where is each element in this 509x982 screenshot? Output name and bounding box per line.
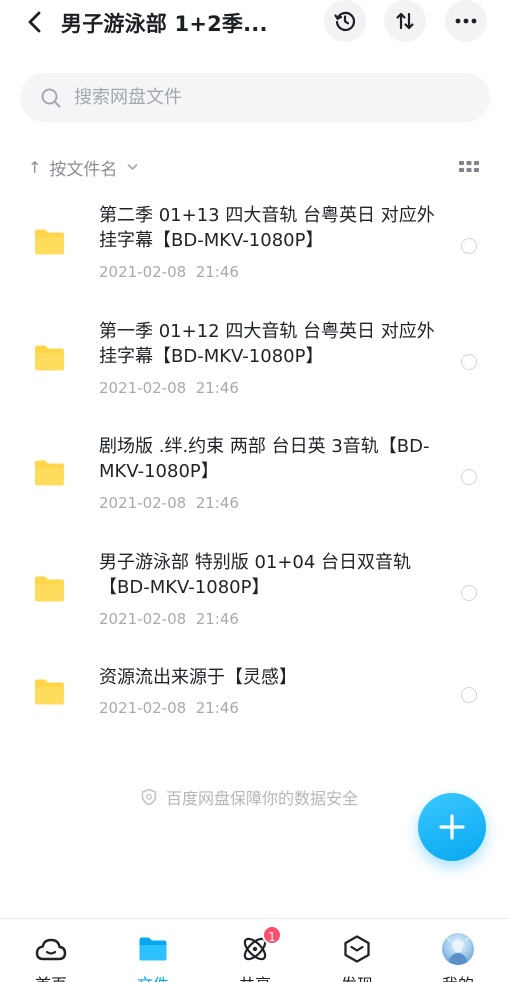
file-name: 第一季 01+12 四大音轨 台粤英日 对应外挂字幕【BD-MKV-1080P】 — [99, 321, 435, 367]
file-name: 第二季 01+13 四大音轨 台粤英日 对应外挂字幕【BD-MKV-1080P】 — [99, 205, 435, 251]
sort-up-arrow-icon: ↑ — [28, 157, 42, 177]
more-button[interactable] — [445, 0, 487, 42]
file-list-page: 男子游泳部 1+2季... ↑ 按文件名 — [0, 0, 509, 982]
header: 男子游泳部 1+2季... — [0, 0, 509, 46]
search-bar[interactable] — [20, 73, 490, 122]
chevron-down-icon — [128, 164, 138, 170]
nav-item-profile[interactable]: 我的 — [418, 919, 498, 982]
select-radio[interactable] — [461, 687, 477, 703]
nav-label: 共享 — [215, 971, 295, 982]
add-button[interactable] — [418, 793, 486, 861]
list-item[interactable]: 男子游泳部 特别版 01+04 台日双音轨【BD-MKV-1080P】 2021… — [0, 542, 509, 647]
nav-label: 文件 — [113, 971, 193, 982]
file-name: 剧场版 .绊.约束 两部 台日英 3音轨【BD-MKV-1080P】 — [99, 436, 430, 482]
list-item[interactable]: 第一季 01+12 四大音轨 台粤英日 对应外挂字幕【BD-MKV-1080P】… — [0, 311, 509, 416]
select-radio[interactable] — [461, 354, 477, 370]
back-button[interactable] — [22, 9, 48, 35]
list-item[interactable]: 第二季 01+13 四大音轨 台粤英日 对应外挂字幕【BD-MKV-1080P】… — [0, 195, 509, 300]
sort-button[interactable] — [384, 0, 426, 42]
plus-icon — [439, 814, 465, 840]
file-name: 男子游泳部 特别版 01+04 台日双音轨【BD-MKV-1080P】 — [99, 552, 412, 598]
select-radio[interactable] — [461, 469, 477, 485]
nav-item-files[interactable]: 文件 — [113, 919, 193, 982]
select-radio[interactable] — [461, 238, 477, 254]
history-clock-icon — [334, 11, 356, 31]
nav-label: 我的 — [418, 971, 498, 982]
more-dots-icon — [455, 18, 477, 24]
search-icon — [40, 87, 62, 109]
folder-icon — [35, 345, 64, 371]
folder-icon — [137, 933, 169, 965]
grid-view-button[interactable] — [458, 158, 480, 176]
security-text: 百度网盘保障你的数据安全 — [166, 789, 359, 808]
avatar — [442, 933, 474, 965]
security-note: 百度网盘保障你的数据安全 — [140, 785, 358, 809]
file-date: 2021-02-08 21:46 — [99, 379, 239, 397]
grid-view-icon — [459, 161, 479, 172]
nav-label: 发现 — [317, 971, 397, 982]
folder-icon — [35, 460, 64, 486]
list-item[interactable]: 剧场版 .绊.约束 两部 台日英 3音轨【BD-MKV-1080P】 2021-… — [0, 426, 509, 531]
folder-icon — [35, 576, 64, 602]
shield-icon — [141, 788, 157, 806]
file-date: 2021-02-08 21:46 — [99, 263, 239, 281]
nav-item-home[interactable]: 首页 — [11, 919, 91, 982]
cloud-icon — [35, 933, 67, 965]
select-radio[interactable] — [461, 585, 477, 601]
folder-icon — [35, 229, 64, 255]
file-name: 资源流出来源于【灵感】 — [99, 667, 297, 688]
file-date: 2021-02-08 21:46 — [99, 610, 239, 628]
nav-item-discover[interactable]: 发现 — [317, 919, 397, 982]
chevron-left-icon — [28, 11, 41, 33]
history-button[interactable] — [324, 0, 366, 42]
discover-cube-icon — [341, 933, 373, 965]
file-date: 2021-02-08 21:46 — [99, 699, 239, 717]
sort-arrows-icon — [396, 12, 414, 30]
folder-icon — [35, 679, 64, 705]
nav-label: 首页 — [11, 971, 91, 982]
search-input[interactable] — [74, 87, 434, 108]
file-date: 2021-02-08 21:46 — [99, 494, 239, 512]
notification-badge: 1 — [262, 925, 282, 945]
sort-label: 按文件名 — [49, 159, 118, 180]
sort-by-name-toggle[interactable]: ↑ 按文件名 — [28, 154, 138, 180]
page-title: 男子游泳部 1+2季... — [61, 12, 268, 36]
nav-item-share[interactable]: 1 共享 — [215, 919, 295, 982]
list-item[interactable]: 资源流出来源于【灵感】 2021-02-08 21:46 — [0, 657, 509, 732]
bottom-nav: 首页 文件 1 共享 发现 我的 — [0, 918, 509, 982]
